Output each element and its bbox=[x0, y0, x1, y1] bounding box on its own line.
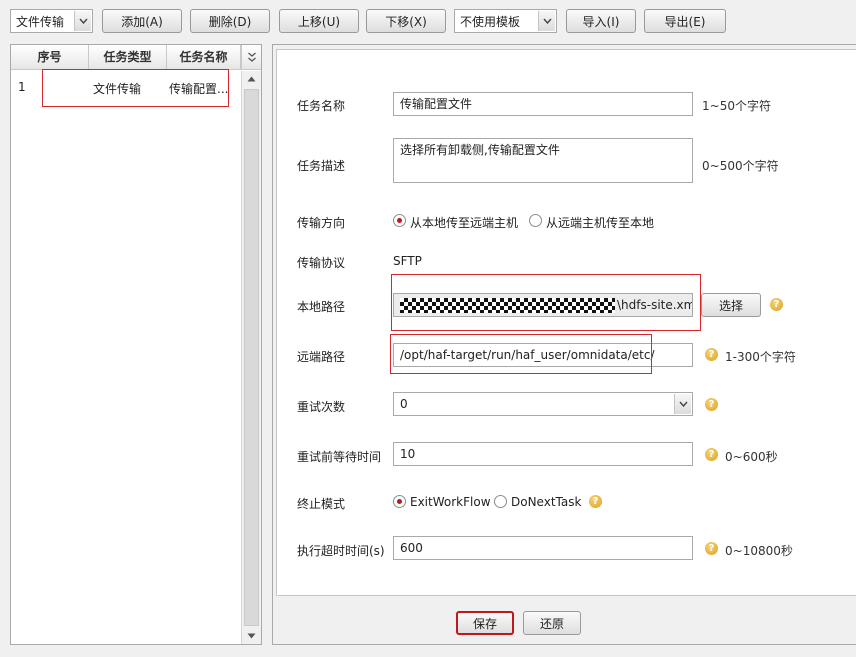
remote-path-input[interactable]: /opt/haf-target/run/haf_user/omnidata/et… bbox=[393, 343, 693, 367]
direction-radio-local-to-remote[interactable] bbox=[393, 214, 406, 227]
task-type-select-value: 文件传输 bbox=[16, 14, 65, 29]
chevron-down-icon[interactable] bbox=[674, 394, 691, 414]
task-name-input[interactable]: 传输配置文件 bbox=[393, 92, 693, 116]
import-button[interactable]: 导入(I) bbox=[566, 9, 636, 33]
task-desc-textarea[interactable]: 选择所有卸载侧,传输配置文件 bbox=[393, 138, 693, 183]
template-select[interactable]: 不使用模板 bbox=[454, 9, 557, 33]
row-name: 传输配置... bbox=[169, 82, 229, 96]
column-header-type[interactable]: 任务类型 bbox=[89, 45, 167, 70]
direction-label: 传输方向 bbox=[297, 216, 346, 230]
stop-mode-radio-next[interactable] bbox=[494, 495, 507, 508]
move-down-button[interactable]: 下移(X) bbox=[366, 9, 446, 33]
task-desc-label: 任务描述 bbox=[297, 159, 346, 173]
help-icon[interactable]: ? bbox=[705, 348, 718, 361]
scroll-down-icon[interactable] bbox=[247, 633, 256, 639]
column-header-name[interactable]: 任务名称 bbox=[167, 45, 241, 70]
save-button[interactable]: 保存 bbox=[456, 611, 514, 635]
row-type: 文件传输 bbox=[93, 82, 142, 96]
remote-path-hint: 1-300个字符 bbox=[725, 350, 796, 364]
chevron-down-icon[interactable] bbox=[538, 11, 555, 31]
column-header-index[interactable]: 序号 bbox=[11, 45, 89, 70]
local-path-label: 本地路径 bbox=[297, 300, 346, 314]
scroll-up-icon[interactable] bbox=[247, 76, 256, 82]
direction-radio-remote-to-local[interactable] bbox=[529, 214, 542, 227]
help-icon[interactable]: ? bbox=[705, 448, 718, 461]
task-name-hint: 1~50个字符 bbox=[702, 99, 771, 113]
scrollbar-thumb[interactable] bbox=[244, 89, 259, 626]
delete-button[interactable]: 删除(D) bbox=[190, 9, 270, 33]
task-list-scrollbar[interactable] bbox=[241, 71, 261, 644]
help-icon[interactable]: ? bbox=[589, 495, 602, 508]
chevron-down-icon[interactable] bbox=[74, 11, 91, 31]
template-select-value: 不使用模板 bbox=[460, 14, 521, 29]
choose-button[interactable]: 选择 bbox=[701, 293, 761, 317]
stop-mode-option-next[interactable]: DoNextTask bbox=[511, 495, 581, 509]
add-button[interactable]: 添加(A) bbox=[102, 9, 182, 33]
direction-option-remote-to-local[interactable]: 从远端主机传至本地 bbox=[546, 214, 654, 231]
task-desc-hint: 0~500个字符 bbox=[702, 159, 779, 173]
local-path-input[interactable]: \hdfs-site.xml bbox=[393, 293, 693, 317]
local-path-suffix: \hdfs-site.xml bbox=[617, 298, 693, 312]
retry-wait-label: 重试前等待时间 bbox=[297, 450, 382, 464]
help-icon[interactable]: ? bbox=[705, 398, 718, 411]
task-detail-panel: 任务名称 传输配置文件 1~50个字符 任务描述 选择所有卸载侧,传输配置文件 … bbox=[272, 44, 856, 645]
move-up-button[interactable]: 上移(U) bbox=[279, 9, 359, 33]
retry-count-value: 0 bbox=[400, 397, 408, 411]
protocol-label: 传输协议 bbox=[297, 256, 346, 270]
row-index: 1 bbox=[18, 80, 26, 94]
timeout-label: 执行超时时间(s) bbox=[297, 544, 385, 558]
stop-mode-option-exit[interactable]: ExitWorkFlow bbox=[410, 495, 491, 509]
task-type-select[interactable]: 文件传输 bbox=[10, 9, 93, 33]
retry-wait-hint: 0~600秒 bbox=[725, 450, 778, 464]
timeout-hint: 0~10800秒 bbox=[725, 544, 793, 558]
retry-count-select[interactable]: 0 bbox=[393, 392, 693, 416]
retry-wait-input[interactable]: 10 bbox=[393, 442, 693, 466]
task-form: 任务名称 传输配置文件 1~50个字符 任务描述 选择所有卸载侧,传输配置文件 … bbox=[276, 49, 856, 596]
task-name-label: 任务名称 bbox=[297, 99, 346, 113]
stop-mode-radio-exit[interactable] bbox=[393, 495, 406, 508]
table-row[interactable]: 1 文件传输 传输配置... bbox=[11, 71, 241, 101]
task-list-header: 序号 任务类型 任务名称 bbox=[11, 45, 241, 70]
timeout-input[interactable]: 600 bbox=[393, 536, 693, 560]
remote-path-label: 远端路径 bbox=[297, 350, 346, 364]
help-icon[interactable]: ? bbox=[705, 542, 718, 555]
restore-button[interactable]: 还原 bbox=[523, 611, 581, 635]
help-icon[interactable]: ? bbox=[770, 298, 783, 311]
export-button[interactable]: 导出(E) bbox=[644, 9, 726, 33]
stop-mode-label: 终止模式 bbox=[297, 497, 346, 511]
task-list-panel: 序号 任务类型 任务名称 1 文件传输 传输配置... bbox=[10, 44, 262, 645]
collapse-icon[interactable] bbox=[241, 45, 261, 70]
protocol-value: SFTP bbox=[393, 254, 422, 268]
retry-count-label: 重试次数 bbox=[297, 400, 346, 414]
direction-option-local-to-remote[interactable]: 从本地传至远端主机 bbox=[410, 214, 518, 231]
redacted-path bbox=[400, 298, 615, 313]
